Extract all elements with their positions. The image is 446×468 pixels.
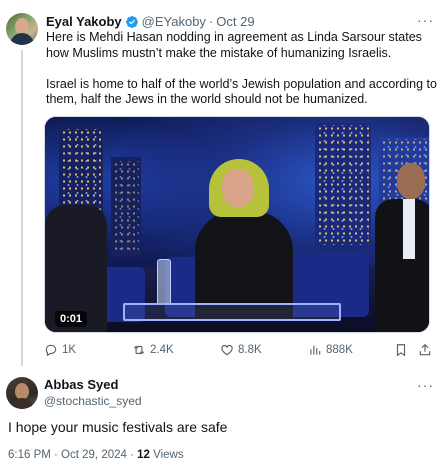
water-bottle <box>157 259 171 305</box>
share-button[interactable] <box>418 343 432 357</box>
author-name[interactable]: Eyal Yakoby <box>46 14 122 30</box>
tweet-header: Eyal Yakoby @EYakoby · Oct 29 <box>46 14 255 30</box>
verified-badge-icon[interactable] <box>125 15 139 29</box>
tweet-date[interactable]: Oct 29 <box>216 14 254 30</box>
reply-author-name[interactable]: Abbas Syed <box>44 377 118 392</box>
reply-timestamp[interactable]: 6:16 PM · Oct 29, 2024 · <box>8 449 137 461</box>
author-avatar[interactable] <box>6 13 38 45</box>
like-count: 8.8K <box>238 344 262 356</box>
reply-meta: 6:16 PM · Oct 29, 2024 · 12 Views <box>8 449 184 461</box>
main-tweet[interactable]: Eyal Yakoby @EYakoby · Oct 29 ··· Here i… <box>0 0 446 372</box>
tweet-paragraph-2: Israel is home to half of the world’s Je… <box>46 76 437 107</box>
reply-tweet[interactable]: Abbas Syed @stochastic_syed ··· I hope y… <box>0 372 446 468</box>
tweet-paragraph-1: Here is Mehdi Hasan nodding in agreement… <box>46 30 422 60</box>
tweet-text: Here is Mehdi Hasan nodding in agreement… <box>46 30 438 108</box>
author-handle[interactable]: @EYakoby <box>142 14 206 30</box>
heart-icon <box>221 344 233 356</box>
reply-author-avatar[interactable] <box>6 377 38 409</box>
glass-table <box>123 303 341 321</box>
views-count: 888K <box>326 344 353 356</box>
thread-connector-line <box>21 50 23 366</box>
reply-author-handle[interactable]: @stochastic_syed <box>44 394 142 408</box>
like-button[interactable]: 8.8K <box>220 343 262 357</box>
reply-views-label: Views <box>149 449 184 461</box>
repost-icon <box>133 345 145 355</box>
reply-button[interactable]: 1K <box>44 343 76 357</box>
reply-icon <box>45 344 57 357</box>
reply-count: 1K <box>62 344 77 356</box>
share-icon <box>419 343 431 356</box>
reply-more-options-icon[interactable]: ··· <box>417 377 434 393</box>
video-duration-badge: 0:01 <box>55 311 88 327</box>
reply-views-count: 12 <box>137 449 150 461</box>
repost-button[interactable]: 2.4K <box>132 343 174 357</box>
bookmark-button[interactable] <box>394 343 408 357</box>
tweet-actions-bar: 1K 2.4K 8.8K 888K <box>44 343 434 361</box>
views-chart-icon <box>310 345 321 355</box>
reply-text: I hope your music festivals are safe <box>8 419 228 435</box>
repost-count: 2.4K <box>150 344 174 356</box>
bookmark-icon <box>396 344 406 357</box>
more-options-icon[interactable]: ··· <box>417 12 434 28</box>
views-button[interactable]: 888K <box>308 343 353 357</box>
video-player[interactable]: 0:01 <box>44 116 430 333</box>
header-separator: · <box>208 14 214 29</box>
